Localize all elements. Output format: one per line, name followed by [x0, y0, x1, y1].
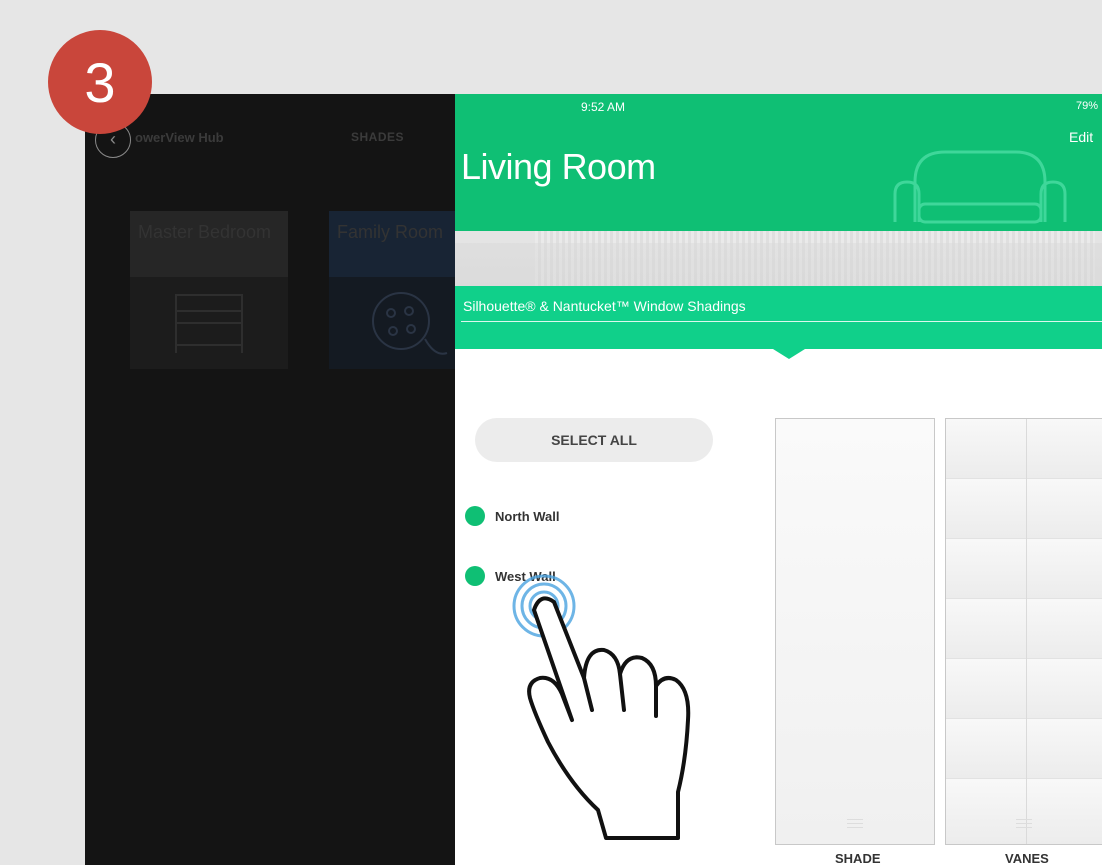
background-app-screen: ‹ owerView Hub SHADES Master Bedroom Fam…: [85, 94, 455, 865]
bed-icon: [175, 294, 243, 353]
vane-divider: [1026, 419, 1027, 844]
edit-button[interactable]: Edit: [1069, 129, 1093, 145]
vane-row: [946, 419, 1102, 479]
room-tile-family-room[interactable]: Family Room: [329, 211, 455, 369]
shade-selected-indicator: [465, 566, 485, 586]
shade-control-label: SHADE: [835, 851, 881, 865]
shade-item-north-wall[interactable]: North Wall: [465, 504, 560, 528]
room-header: 9:52 AM 79% Edit Living Room: [455, 94, 1102, 231]
product-bar-pointer: [773, 349, 805, 359]
vanes-control-label: VANES: [1005, 851, 1049, 865]
hub-title: owerView Hub: [135, 130, 224, 145]
sofa-icon: [893, 150, 1067, 224]
vane-row: [946, 719, 1102, 779]
vane-row: [946, 539, 1102, 599]
shade-drag-handle[interactable]: [847, 819, 863, 828]
product-type-label: Silhouette® & Nantucket™ Window Shadings: [463, 298, 746, 314]
shade-band: [455, 243, 1102, 289]
room-tile-header: Master Bedroom: [130, 211, 288, 277]
family-room-icon: [372, 292, 448, 355]
room-tile-name: Family Room: [337, 222, 444, 242]
room-tile-name: Master Bedroom: [138, 222, 272, 242]
shade-position-control[interactable]: [775, 418, 935, 845]
vane-row: [946, 659, 1102, 719]
tap-hand-icon: [512, 574, 691, 840]
status-bar-battery: 79%: [1075, 100, 1098, 112]
shade-selected-indicator: [465, 506, 485, 526]
room-tile-master-bedroom[interactable]: Master Bedroom: [130, 211, 288, 369]
vane-row: [946, 479, 1102, 539]
product-underline: [461, 321, 1102, 322]
room-title: Living Room: [461, 146, 656, 187]
vanes-drag-handle[interactable]: [1016, 819, 1032, 828]
shade-product-image: [455, 231, 1102, 289]
shades-section-title: SHADES: [351, 130, 405, 144]
room-tile-header: Family Room: [329, 211, 455, 277]
status-bar-time: 9:52 AM: [581, 100, 626, 114]
vane-row: [946, 599, 1102, 659]
step-number-badge: 3: [48, 30, 152, 134]
vanes-position-control[interactable]: [945, 418, 1102, 845]
shade-item-label: North Wall: [495, 508, 560, 524]
product-type-bar[interactable]: Silhouette® & Nantucket™ Window Shadings: [455, 286, 1102, 349]
select-all-button[interactable]: SELECT ALL: [475, 418, 713, 462]
vane-row: [946, 779, 1102, 844]
